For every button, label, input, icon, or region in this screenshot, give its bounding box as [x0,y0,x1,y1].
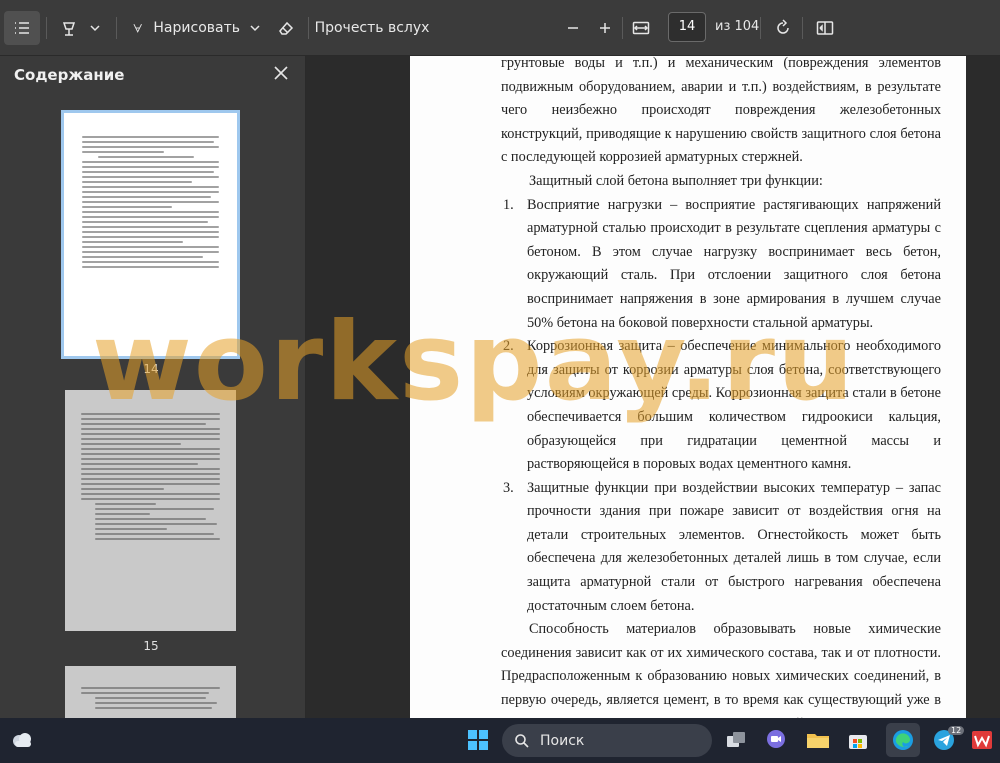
highlight-button[interactable] [56,11,82,45]
rotate-icon [777,19,789,34]
taskbar-search[interactable]: Поиск [502,724,712,757]
chat-app-button[interactable] [762,726,790,754]
page-thumbnail-16[interactable] [65,666,236,718]
list-number: 3. [503,479,514,496]
weather-widget[interactable] [8,726,36,754]
close-icon [274,66,288,80]
fit-width-button[interactable] [628,11,654,45]
fit-width-icon [632,21,650,35]
thumbnail-page-number: 15 [143,639,159,653]
pen-icon [133,23,142,33]
toc-toggle-button[interactable] [4,11,40,45]
edge-icon [893,730,913,750]
app-icon [972,731,992,749]
task-view-button[interactable] [722,726,750,754]
rotate-button[interactable] [770,11,796,45]
page-thumbnail-15[interactable] [65,390,236,631]
list-item-text: Коррозионная защита – обеспечение минима… [527,338,941,473]
app-window: Нарисовать Прочесть вслух 14 из 104 Соде… [0,0,1000,763]
list-item-text: Восприятие нагрузки – восприятие растяги… [527,196,941,331]
app-button[interactable] [968,726,996,754]
chevron-down-icon [90,25,100,32]
toolbar: Нарисовать Прочесть вслух 14 из 104 [0,0,1000,56]
chat-icon [767,730,785,748]
eraser-icon [279,21,294,35]
document-viewer[interactable]: грунтовые воды и т.п.) и механическим (п… [307,56,1000,718]
list-number: 2. [503,338,514,355]
edge-browser-button[interactable] [886,723,920,757]
draw-label: Нарисовать [153,20,240,36]
minus-icon [568,27,578,29]
list-number: 1. [503,196,514,213]
page-view-button[interactable] [812,11,838,45]
list-item: 1. Восприятие нагрузки – восприятие раст… [501,194,941,336]
page-text: грунтовые воды и т.п.) и механическим (п… [501,56,941,718]
folder-icon [807,734,829,748]
thumbnail-page-number: 14 [143,362,159,376]
windows-icon [468,730,488,750]
draw-options-button[interactable] [246,11,264,45]
task-view-icon [727,732,745,747]
read-aloud-label: Прочесть вслух [314,20,430,36]
document-page: грунтовые воды и т.п.) и механическим (п… [410,56,966,718]
start-button[interactable] [464,726,492,754]
paragraph: Способность материалов образовывать новы… [501,621,941,718]
toolbar-separator [622,17,623,39]
close-sidebar-button[interactable] [270,62,292,84]
toolbar-separator [116,17,117,39]
cloud-icon [13,733,31,747]
store-icon [849,735,867,749]
zoom-in-button[interactable] [592,11,618,45]
page-total-label: из 104 [715,19,760,34]
draw-button[interactable]: Нарисовать [128,11,240,45]
toolbar-separator [760,17,761,39]
sidebar-title: Содержание [14,66,125,84]
toolbar-separator [802,17,803,39]
two-page-icon [816,21,834,35]
store-button[interactable] [844,726,872,754]
paragraph: грунтовые воды и т.п.) и механическим (п… [501,56,941,166]
highlighter-icon [62,22,76,36]
toolbar-separator [46,17,47,39]
file-explorer-button[interactable] [804,726,832,754]
page-number-input[interactable]: 14 [668,12,706,42]
list-item: 3. Защитные функции при воздействии высо… [501,477,941,619]
paragraph: Защитный слой бетона выполняет три функц… [529,172,823,189]
page-thumbnail-14[interactable] [61,110,240,359]
toc-sidebar: Содержание 14 15 [0,56,306,718]
notification-badge: 12 [948,726,965,735]
list-icon [15,22,29,34]
zoom-out-button[interactable] [560,11,586,45]
highlight-options-button[interactable] [86,11,104,45]
search-label: Поиск [540,732,585,749]
list-item: 2. Коррозионная защита – обеспечение мин… [501,335,941,477]
read-aloud-button[interactable]: Прочесть вслух [315,11,430,45]
chevron-down-icon [250,25,260,32]
search-icon [515,733,529,748]
plus-icon [600,23,610,33]
taskbar: Поиск 12 [0,718,1000,763]
toolbar-separator [308,17,309,39]
eraser-button[interactable] [272,11,300,45]
list-item-text: Защитные функции при воздействии высоких… [527,479,941,614]
